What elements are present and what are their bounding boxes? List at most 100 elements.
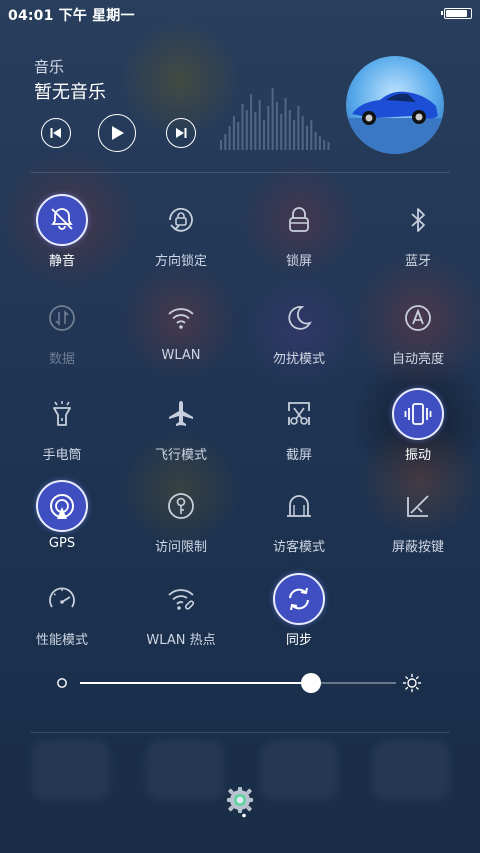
equalizer-bar (237, 122, 240, 150)
toggle-label: 数据 (48, 352, 75, 367)
toggle-label: GPS (48, 536, 76, 551)
screenshot-icon[interactable] (273, 388, 325, 440)
toggle-moon[interactable]: 勿扰模式 (239, 290, 359, 383)
divider-bottom (30, 732, 450, 733)
album-art[interactable] (346, 56, 444, 154)
toggle-sync[interactable]: 同步 (239, 571, 359, 664)
toggle-label: 锁屏 (285, 254, 312, 269)
lock-icon[interactable] (273, 194, 325, 246)
toggle-label: 蓝牙 (404, 254, 431, 269)
equalizer-bar (314, 132, 317, 150)
toggle-label: 自动亮度 (391, 352, 444, 367)
settings-button[interactable] (222, 784, 258, 820)
equalizer-bar (232, 116, 235, 150)
toggle-access-restriction[interactable]: 访问限制 (121, 478, 241, 571)
equalizer-bar (254, 112, 257, 150)
toggle-hotspot[interactable]: WLAN 热点 (121, 571, 241, 664)
toggle-label: 访客模式 (272, 540, 325, 555)
bell-off-icon[interactable] (36, 194, 88, 246)
equalizer-bar (263, 120, 265, 150)
equalizer-bar (245, 110, 248, 150)
hotspot-icon[interactable] (155, 573, 207, 625)
next-icon (176, 128, 187, 138)
battery-level (446, 10, 468, 17)
equalizer-bar (267, 106, 270, 150)
toggle-rotation-lock[interactable]: 方向锁定 (121, 192, 241, 285)
brightness-high-icon (402, 673, 422, 693)
toggle-label: 手电筒 (42, 448, 82, 463)
equalizer-bar (271, 88, 274, 150)
equalizer-bar (306, 126, 308, 150)
prev-icon (50, 128, 61, 138)
toggle-bluetooth[interactable]: 蓝牙 (358, 192, 478, 285)
status-time: 04:01 下午 星期一 (8, 8, 135, 24)
dock-app-blur (32, 740, 110, 800)
play-button[interactable] (98, 114, 136, 152)
equalizer-bar (280, 114, 283, 150)
toggle-auto-brightness[interactable]: 自动亮度 (358, 290, 478, 383)
equalizer-bar (220, 140, 222, 150)
vibrate-icon[interactable] (392, 388, 444, 440)
equalizer-bar (297, 106, 300, 150)
dock-app-blur (260, 740, 338, 800)
auto-brightness-icon[interactable] (392, 292, 444, 344)
toggle-airplane[interactable]: 飞行模式 (121, 386, 241, 479)
toggle-label: 性能模式 (35, 633, 88, 648)
toggle-performance[interactable]: 性能模式 (2, 571, 122, 664)
moon-icon[interactable] (273, 292, 325, 344)
toggle-label: 静音 (48, 254, 75, 269)
access-restriction-icon[interactable] (155, 480, 207, 532)
equalizer-bar (275, 102, 278, 150)
flashlight-icon[interactable] (36, 388, 88, 440)
toggle-vibrate[interactable]: 振动 (358, 386, 478, 479)
sync-icon[interactable] (273, 573, 325, 625)
next-track-button[interactable] (166, 118, 196, 148)
toggle-label: 截屏 (285, 448, 312, 463)
toggle-label: 飞行模式 (154, 448, 207, 463)
album-car-image (346, 56, 444, 154)
equalizer-bar (301, 116, 304, 150)
toggle-wifi[interactable]: WLAN (121, 290, 241, 383)
music-label: 音乐 (34, 58, 65, 76)
toggle-lock[interactable]: 锁屏 (239, 192, 359, 285)
previous-track-button[interactable] (41, 118, 71, 148)
equalizer-bar (241, 104, 244, 150)
toggle-gps[interactable]: GPS (2, 478, 122, 571)
equalizer-bar (323, 140, 326, 150)
settings-gear-icon (227, 787, 253, 818)
dock-app-blur (146, 740, 224, 800)
music-title[interactable]: 暂无音乐 (34, 78, 106, 104)
guest-mode-icon[interactable] (273, 480, 325, 532)
brightness-slider[interactable] (56, 670, 426, 698)
toggle-flashlight[interactable]: 手电筒 (2, 386, 122, 479)
equalizer-bar (318, 136, 321, 150)
divider-top (30, 172, 450, 173)
toggle-block-keys[interactable]: 屏蔽按键 (358, 478, 478, 571)
toggle-label: 振动 (404, 448, 431, 463)
block-keys-icon[interactable] (392, 480, 444, 532)
status-bar: 04:01 下午 星期一 (0, 0, 480, 28)
equalizer-bar (228, 126, 231, 150)
play-icon (112, 126, 124, 140)
toggle-mobile-data[interactable]: 数据 (2, 290, 122, 383)
toggle-label: 方向锁定 (154, 254, 207, 269)
performance-icon[interactable] (36, 573, 88, 625)
slider-thumb[interactable] (300, 673, 321, 693)
mobile-data-icon[interactable] (36, 292, 88, 344)
equalizer-bar (250, 94, 253, 150)
toggle-label: WLAN (161, 348, 201, 363)
toggle-label: 同步 (285, 633, 312, 648)
bluetooth-icon[interactable] (392, 194, 444, 246)
toggle-label: 访问限制 (154, 540, 207, 555)
gps-icon[interactable] (36, 480, 88, 532)
toggle-label: 勿扰模式 (272, 352, 325, 367)
rotation-lock-icon[interactable] (155, 194, 207, 246)
brightness-low-icon (57, 678, 67, 688)
equalizer-bar (327, 142, 330, 150)
toggle-screenshot[interactable]: 截屏 (239, 386, 359, 479)
airplane-icon[interactable] (155, 388, 207, 440)
toggle-bell-off[interactable]: 静音 (2, 192, 122, 285)
wifi-icon[interactable] (155, 292, 207, 344)
equalizer-bar (284, 98, 287, 150)
toggle-guest-mode[interactable]: 访客模式 (239, 478, 359, 571)
